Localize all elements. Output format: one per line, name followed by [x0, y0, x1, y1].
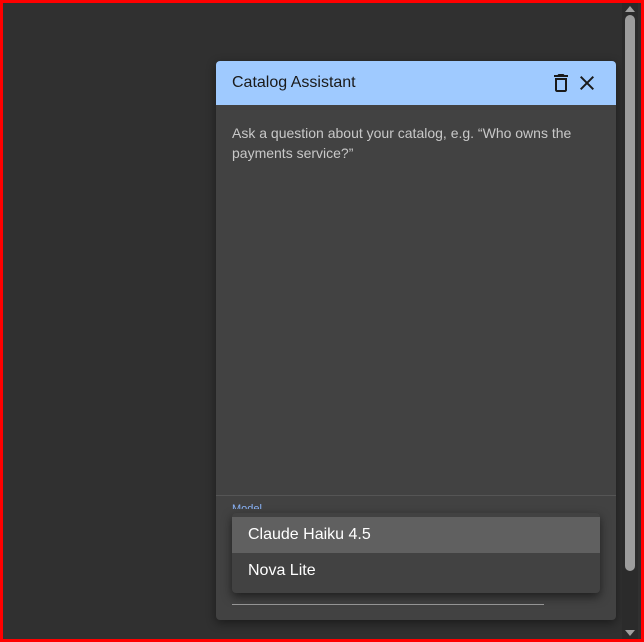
panel-title: Catalog Assistant: [232, 74, 356, 91]
panel-header: Catalog Assistant: [216, 61, 616, 105]
chat-panel: Catalog Assistant Ask a question about y…: [216, 61, 616, 620]
model-select-label: Model: [232, 503, 262, 509]
model-select-menu: Claude Haiku 4.5 Nova Lite: [232, 513, 600, 593]
close-icon[interactable]: [575, 71, 599, 95]
empty-state-hint: Ask a question about your catalog, e.g. …: [232, 125, 572, 161]
scroll-thumb[interactable]: [625, 15, 635, 571]
scroll-up-arrow-icon[interactable]: [625, 6, 635, 12]
model-select-underline: [232, 604, 544, 605]
scroll-down-arrow-icon[interactable]: [625, 630, 635, 636]
model-option-nova-lite[interactable]: Nova Lite: [232, 553, 600, 589]
page-scrollbar[interactable]: [622, 3, 638, 639]
input-divider: [216, 495, 616, 496]
delete-icon[interactable]: [549, 71, 573, 95]
model-option-claude-haiku[interactable]: Claude Haiku 4.5: [232, 517, 600, 553]
